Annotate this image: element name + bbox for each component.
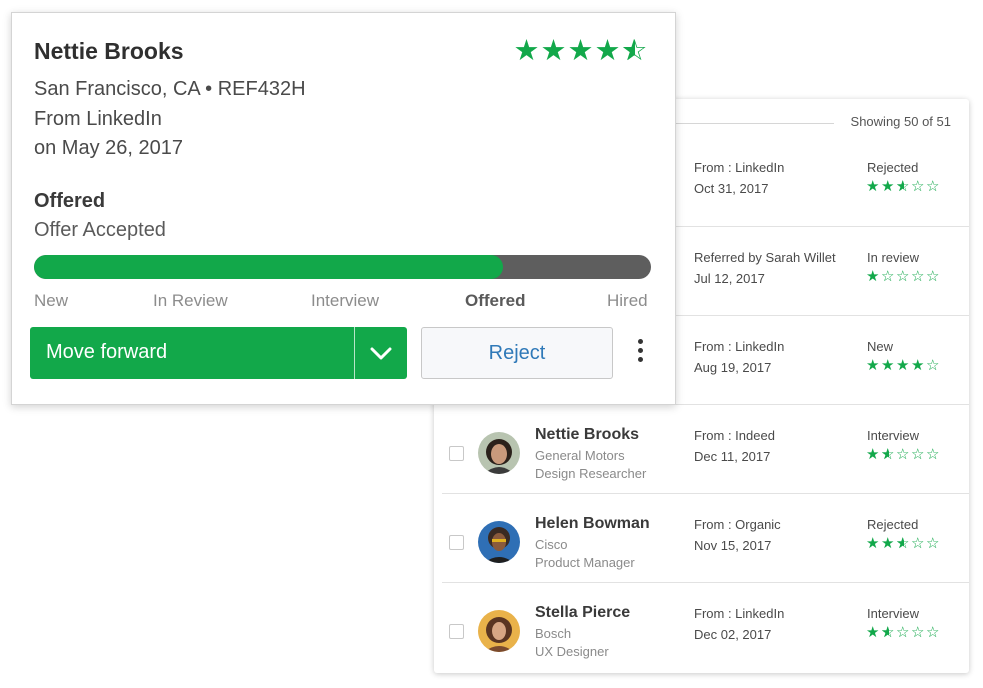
candidate-role: UX Designer xyxy=(535,644,609,659)
star-icon: ★ xyxy=(881,535,895,552)
row-rating: ★ ★ ★ ★ ☆ xyxy=(866,357,941,375)
star-icon: ☆ xyxy=(926,446,940,463)
stage-label-hired: Hired xyxy=(607,291,648,310)
row-source: From : LinkedIn xyxy=(694,606,785,621)
star-icon: ☆ xyxy=(896,624,910,641)
star-icon: ☆ xyxy=(926,357,940,374)
star-icon: ★ xyxy=(567,35,594,67)
table-row[interactable]: Stella Pierce Bosch UX Designer From : L… xyxy=(442,582,969,671)
row-date: Nov 15, 2017 xyxy=(694,538,772,553)
table-row[interactable]: Nettie Brooks General Motors Design Rese… xyxy=(442,404,969,493)
row-date: Dec 11, 2017 xyxy=(694,449,771,464)
star-icon: ★ xyxy=(881,178,895,195)
star-icon: ☆ xyxy=(926,535,940,552)
candidate-role: Product Manager xyxy=(535,555,635,570)
candidate-detail-card: Nettie Brooks ★★★★☆ ★ San Francisco, CA •… xyxy=(11,12,676,405)
candidate-name[interactable]: Nettie Brooks xyxy=(535,426,639,444)
row-source: From : Indeed xyxy=(694,428,775,443)
row-rating: ★ ☆ ★ ☆ ☆ ☆ xyxy=(866,446,941,464)
star-icon: ★ xyxy=(881,357,895,374)
row-status: Rejected xyxy=(867,160,919,175)
star-icon: ★ xyxy=(513,35,540,67)
star-icon: ☆ xyxy=(881,268,895,285)
star-icon: ★ xyxy=(540,35,567,67)
candidate-role: Design Researcher xyxy=(535,466,647,481)
candidate-company: General Motors xyxy=(535,448,625,463)
star-icon: ☆ xyxy=(911,446,925,463)
move-forward-button[interactable]: Move forward xyxy=(30,327,407,379)
row-status: Rejected xyxy=(867,517,919,532)
move-forward-label: Move forward xyxy=(46,341,168,363)
candidate-name[interactable]: Helen Bowman xyxy=(535,515,650,533)
row-source: From : LinkedIn xyxy=(694,339,785,354)
star-icon: ☆ ★ xyxy=(881,446,895,463)
pipeline-stage: Offered xyxy=(34,190,106,212)
pipeline-substatus: Offer Accepted xyxy=(34,219,166,241)
row-checkbox[interactable] xyxy=(449,624,464,639)
row-rating: ★ ☆ ☆ ☆ ☆ xyxy=(866,268,941,286)
row-checkbox[interactable] xyxy=(449,535,464,550)
star-icon: ☆ ★ xyxy=(896,535,910,552)
avatar xyxy=(478,610,520,652)
row-date: Aug 19, 2017 xyxy=(694,360,772,375)
candidate-source: From LinkedIn xyxy=(34,108,162,130)
star-icon: ☆ xyxy=(926,268,940,285)
candidate-company: Cisco xyxy=(535,537,568,552)
star-icon: ★ xyxy=(866,357,880,374)
star-icon: ★ xyxy=(896,357,910,374)
row-source: From : LinkedIn xyxy=(694,160,785,175)
avatar xyxy=(478,432,520,474)
candidate-company: Bosch xyxy=(535,626,572,641)
star-icon: ★ xyxy=(866,535,880,552)
reject-button[interactable]: Reject xyxy=(421,327,613,379)
star-icon: ☆ xyxy=(926,178,940,195)
star-icon: ★ xyxy=(594,35,621,67)
star-icon: ☆ ★ xyxy=(896,178,910,195)
star-icon: ★ xyxy=(911,357,925,374)
table-row[interactable]: Helen Bowman Cisco Product Manager From … xyxy=(442,493,969,582)
row-date: Dec 02, 2017 xyxy=(694,627,772,642)
row-date: Oct 31, 2017 xyxy=(694,181,769,196)
chevron-down-icon[interactable] xyxy=(355,327,407,379)
star-icon: ★ xyxy=(866,268,880,285)
star-icon: ☆ ★ xyxy=(621,35,648,67)
row-status: In review xyxy=(867,250,920,265)
star-icon: ★ xyxy=(866,446,880,463)
star-icon: ☆ xyxy=(896,268,910,285)
candidate-location: San Francisco, CA • REF432H xyxy=(34,78,306,100)
row-rating: ★ ☆ ★ ☆ ☆ ☆ xyxy=(866,624,941,642)
row-status: New xyxy=(867,339,894,354)
star-icon: ☆ xyxy=(896,446,910,463)
stage-label-new: New xyxy=(34,291,69,310)
star-icon: ☆ xyxy=(926,624,940,641)
stage-label-interview: Interview xyxy=(311,291,380,310)
row-source: From : Organic xyxy=(694,517,781,532)
candidate-name[interactable]: Stella Pierce xyxy=(535,604,630,622)
candidate-name: Nettie Brooks xyxy=(34,38,184,64)
star-icon: ☆ xyxy=(911,268,925,285)
avatar xyxy=(478,521,520,563)
star-icon: ★ xyxy=(866,624,880,641)
candidate-applied-date: on May 26, 2017 xyxy=(34,137,183,159)
stage-label-offered: Offered xyxy=(465,291,526,310)
row-date: Jul 12, 2017 xyxy=(694,271,765,286)
row-rating: ★ ★ ☆ ★ ☆ ☆ xyxy=(866,178,941,196)
row-status: Interview xyxy=(867,606,920,621)
results-count: Showing 50 of 51 xyxy=(850,114,951,129)
more-vertical-icon[interactable] xyxy=(633,339,647,369)
row-checkbox[interactable] xyxy=(449,446,464,461)
candidate-rating[interactable]: ★★★★☆ ★ xyxy=(513,35,648,67)
star-icon: ☆ ★ xyxy=(881,624,895,641)
pipeline-progress-bar xyxy=(34,255,651,279)
row-rating: ★ ★ ☆ ★ ☆ ☆ xyxy=(866,535,941,553)
star-icon: ☆ xyxy=(911,178,925,195)
star-icon: ☆ xyxy=(911,624,925,641)
star-icon: ★ xyxy=(866,178,880,195)
pipeline-progress-fill xyxy=(34,255,503,279)
stage-label-in-review: In Review xyxy=(153,291,228,310)
row-status: Interview xyxy=(867,428,920,443)
row-source: Referred by Sarah Willet xyxy=(694,250,836,265)
star-icon: ☆ xyxy=(911,535,925,552)
